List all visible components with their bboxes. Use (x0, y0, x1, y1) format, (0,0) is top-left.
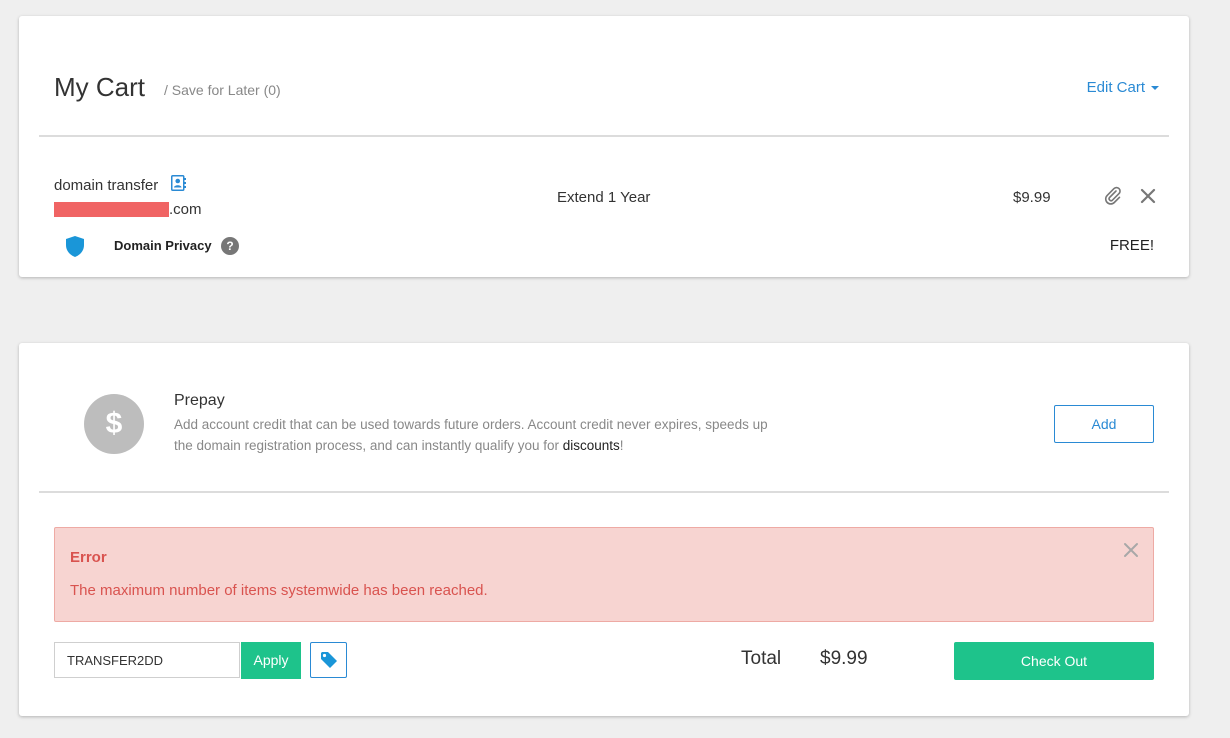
contact-card-icon[interactable] (171, 175, 186, 191)
edit-cart-dropdown[interactable]: Edit Cart (1087, 79, 1159, 96)
prepay-card: $ Prepay Add account credit that can be … (19, 343, 1189, 716)
add-credit-button[interactable]: Add (1054, 405, 1154, 443)
privacy-price: FREE! (1109, 237, 1154, 254)
promo-tag-button[interactable] (310, 642, 347, 678)
promo-code-input[interactable] (54, 642, 240, 678)
shield-icon (66, 236, 84, 257)
checkout-button[interactable]: Check Out (954, 642, 1154, 680)
paperclip-icon[interactable] (1103, 186, 1123, 206)
cart-card: My Cart / Save for Later (0) Edit Cart d… (19, 16, 1189, 277)
edit-cart-label: Edit Cart (1086, 79, 1145, 96)
total-label: Total (741, 648, 782, 669)
term-selector[interactable]: Extend 1 Year (557, 189, 650, 206)
item-price: $9.99 (1013, 189, 1051, 206)
remove-item-icon[interactable] (1139, 187, 1157, 205)
close-icon[interactable] (1123, 542, 1139, 558)
domain-privacy-label: Domain Privacy (114, 238, 212, 253)
apply-button[interactable]: Apply (241, 642, 301, 679)
discounts-link[interactable]: discounts (563, 438, 620, 453)
prepay-divider (39, 491, 1169, 493)
domain-suffix: .com (169, 201, 202, 218)
total-value: $9.99 (820, 648, 868, 669)
caret-down-icon (1151, 86, 1159, 91)
prepay-description: Add account credit that can be used towa… (174, 414, 784, 456)
prepay-title: Prepay (174, 392, 225, 409)
item-type: domain transfer (54, 177, 159, 194)
error-message: The maximum number of items systemwide h… (70, 582, 488, 599)
prepay-description-text: Add account credit that can be used towa… (174, 417, 768, 453)
error-title: Error (70, 549, 107, 566)
error-alert: Error The maximum number of items system… (54, 527, 1154, 622)
save-for-later-link[interactable]: / Save for Later (0) (164, 82, 281, 98)
help-icon[interactable]: ? (221, 237, 239, 255)
page-title: My Cart (54, 72, 145, 102)
tag-icon (320, 652, 337, 668)
redacted-domain-name (54, 202, 169, 217)
dollar-icon: $ (84, 394, 144, 454)
header-divider (39, 135, 1169, 137)
prepay-description-suffix: ! (619, 438, 624, 453)
